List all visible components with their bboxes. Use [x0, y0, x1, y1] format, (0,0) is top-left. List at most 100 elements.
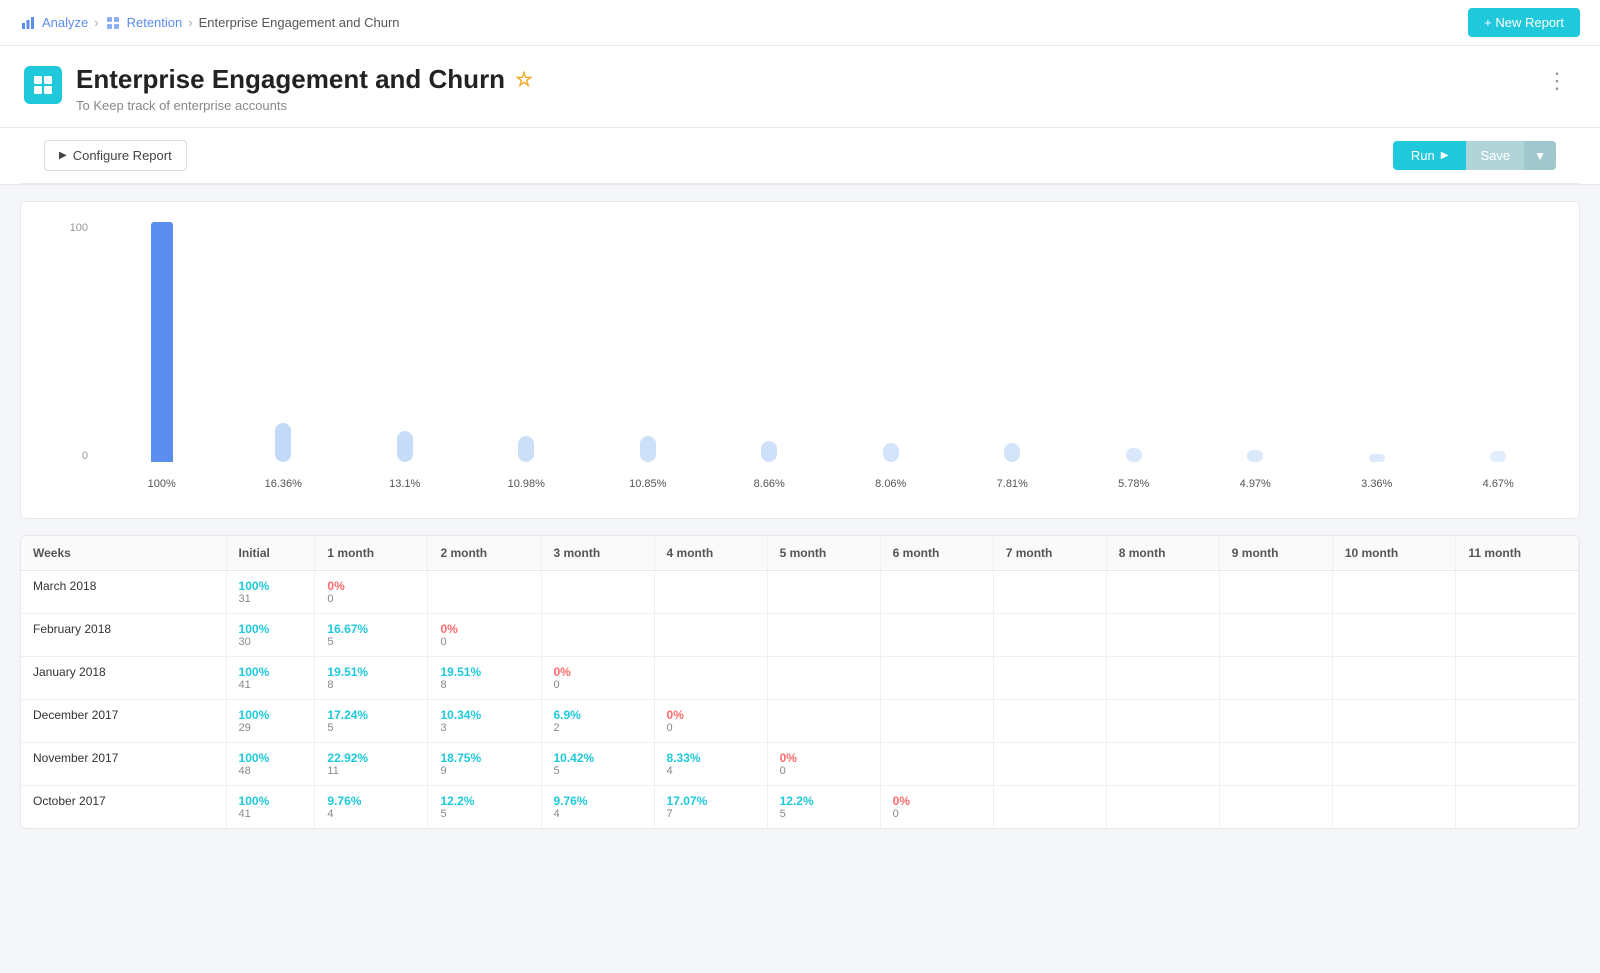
table-cell: 12.2%5: [428, 786, 541, 829]
week-label: March 2018: [21, 571, 226, 614]
table-cell: [880, 571, 993, 614]
table-cell: [1106, 700, 1219, 743]
bar: [151, 222, 173, 462]
table-cell: 19.51%8: [428, 657, 541, 700]
table-row: October 2017100%419.76%412.2%59.76%417.0…: [21, 786, 1579, 829]
cell-count: 41: [239, 808, 303, 820]
cell-count: 0: [554, 679, 642, 691]
table-cell: [541, 614, 654, 657]
bar-column: 8.66%: [709, 222, 831, 462]
play-icon: ▶: [59, 150, 67, 161]
table-cell: 100%48: [226, 743, 315, 786]
cell-percentage: 100%: [239, 751, 303, 765]
table-header-cell: 8 month: [1106, 536, 1219, 571]
table-cell: [1106, 786, 1219, 829]
cell-percentage: 12.2%: [780, 794, 868, 808]
table-cell: 0%0: [541, 657, 654, 700]
bar-label: 3.36%: [1361, 478, 1392, 490]
analyze-link[interactable]: Analyze: [42, 15, 88, 30]
bar-column: 100%: [101, 222, 223, 462]
more-menu-button[interactable]: ⋮: [1538, 64, 1576, 98]
bar-column: 3.36%: [1316, 222, 1438, 462]
cell-count: 7: [667, 808, 755, 820]
table-cell: [654, 571, 767, 614]
table-body: March 2018100%310%0February 2018100%3016…: [21, 571, 1579, 829]
table-header-cell: 4 month: [654, 536, 767, 571]
table-cell: [1106, 743, 1219, 786]
run-icon: ▶: [1441, 150, 1449, 161]
bar-label: 10.85%: [629, 478, 666, 490]
bar: [1490, 451, 1506, 462]
retention-link[interactable]: Retention: [127, 15, 183, 30]
week-label: February 2018: [21, 614, 226, 657]
bars-container: 100%16.36%13.1%10.98%10.85%8.66%8.06%7.8…: [101, 222, 1559, 462]
bar: [761, 441, 777, 462]
new-report-button[interactable]: + New Report: [1468, 8, 1580, 37]
table-cell: [993, 657, 1106, 700]
bar-label: 10.98%: [508, 478, 545, 490]
page-title: Enterprise Engagement and Churn ☆: [76, 64, 533, 95]
cell-count: 31: [239, 593, 303, 605]
bar-label: 13.1%: [389, 478, 420, 490]
table-cell: [993, 786, 1106, 829]
cell-percentage: 17.24%: [327, 708, 415, 722]
table-header-cell: Initial: [226, 536, 315, 571]
table-header-cell: 11 month: [1456, 536, 1579, 571]
cell-count: 4: [667, 765, 755, 777]
run-label: Run: [1411, 148, 1435, 163]
table-cell: 22.92%11: [315, 743, 428, 786]
bar-label: 5.78%: [1118, 478, 1149, 490]
cell-count: 0: [893, 808, 981, 820]
breadcrumb-current: Enterprise Engagement and Churn: [199, 15, 400, 30]
table-cell: 100%30: [226, 614, 315, 657]
cell-count: 5: [440, 808, 528, 820]
cell-percentage: 0%: [780, 751, 868, 765]
bar: [1369, 454, 1385, 462]
header-left: Enterprise Engagement and Churn ☆ To Kee…: [24, 64, 533, 113]
title-block: Enterprise Engagement and Churn ☆ To Kee…: [76, 64, 533, 113]
cell-count: 29: [239, 722, 303, 734]
configure-label: Configure Report: [73, 148, 172, 163]
table-cell: 6.9%2: [541, 700, 654, 743]
table-cell: 0%0: [880, 786, 993, 829]
table-cell: 10.34%3: [428, 700, 541, 743]
bar-column: 10.85%: [587, 222, 709, 462]
cell-count: 4: [327, 808, 415, 820]
table-cell: [880, 743, 993, 786]
cell-count: 0: [780, 765, 868, 777]
bar: [397, 431, 413, 462]
cell-count: 0: [667, 722, 755, 734]
table-cell: [428, 571, 541, 614]
cell-count: 5: [554, 765, 642, 777]
save-dropdown-button[interactable]: ▼: [1524, 141, 1556, 170]
favorite-star[interactable]: ☆: [515, 67, 533, 92]
table-cell: [767, 657, 880, 700]
run-button[interactable]: Run ▶: [1393, 141, 1467, 170]
configure-report-button[interactable]: ▶ Configure Report: [44, 140, 187, 171]
cell-percentage: 9.76%: [327, 794, 415, 808]
cell-percentage: 19.51%: [440, 665, 528, 679]
table-cell: [1219, 657, 1332, 700]
bar-label: 16.36%: [265, 478, 302, 490]
breadcrumb: Analyze › Retention › Enterprise Engagem…: [20, 15, 400, 31]
table-cell: 9.76%4: [315, 786, 428, 829]
cell-percentage: 16.67%: [327, 622, 415, 636]
page-subtitle: To Keep track of enterprise accounts: [76, 98, 533, 113]
cell-count: 9: [440, 765, 528, 777]
page-header: Enterprise Engagement and Churn ☆ To Kee…: [0, 46, 1600, 128]
cell-percentage: 100%: [239, 622, 303, 636]
cell-count: 41: [239, 679, 303, 691]
table-cell: [767, 571, 880, 614]
cell-count: 0: [327, 593, 415, 605]
table-row: February 2018100%3016.67%50%0: [21, 614, 1579, 657]
bar: [1126, 448, 1142, 462]
table-header-row: WeeksInitial1 month2 month3 month4 month…: [21, 536, 1579, 571]
table-cell: 19.51%8: [315, 657, 428, 700]
cell-percentage: 10.34%: [440, 708, 528, 722]
top-navigation: Analyze › Retention › Enterprise Engagem…: [0, 0, 1600, 46]
cell-percentage: 12.2%: [440, 794, 528, 808]
table-cell: [1332, 743, 1456, 786]
save-button[interactable]: Save: [1466, 141, 1524, 170]
cell-count: 5: [327, 722, 415, 734]
table-cell: [654, 614, 767, 657]
